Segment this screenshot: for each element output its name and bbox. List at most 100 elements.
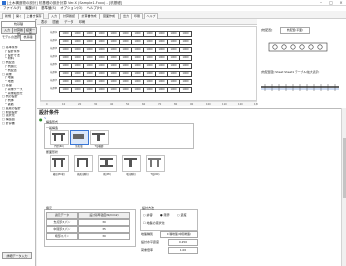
design-conditions-form: 構造形式 一般構造 門型(RC) 矩形版 T形橋脚 断面形状 箱形(PC桁) 箱… (44, 119, 334, 265)
view-data-button[interactable]: データ (64, 19, 74, 25)
design-method-label: 設計方法 (142, 206, 155, 210)
param-value-input[interactable]: 35 (78, 226, 130, 233)
ruler-tick-label: 90 (190, 103, 194, 106)
ok-icon: ● (39, 117, 43, 122)
parameter-group-label: 諸元 (46, 206, 53, 210)
section-option[interactable] (122, 155, 141, 172)
option-label: 許容 (146, 213, 153, 217)
horizontal-ruler: 0 10 20 30 40 50 60 70 80 90 100 110 120 130 (40, 101, 259, 106)
ruler-tick-label: 60 (142, 103, 146, 106)
param-label: 支点部スパン (46, 219, 78, 226)
section-label: 箱形(PC桁) (52, 173, 66, 176)
ground-type-select[interactable]: II 種地盤(中間地盤) (160, 231, 198, 238)
toolbar: 新規 開く 上書き保存 入力 計算確認 計算書作成 図面作成 出力 印刷 ヘルプ (0, 11, 346, 20)
preview-pane: [杭配置] 杭配置(平面) [杭配置図] Sheet Sheet1 テーブル(拡… (258, 26, 343, 106)
section-title: 設計条件 (37, 108, 343, 116)
section-label: T形(RC) (150, 173, 160, 176)
section-title-text: 設計条件 (39, 110, 60, 116)
model-select-label: モデルの選択 (2, 35, 20, 39)
pile-layout-label: [杭配置図] Sheet Sheet1 テーブル(拡大表示) (261, 70, 320, 74)
vertical-scrollbar[interactable] (341, 108, 346, 266)
pile-row-label: 杭列6 (50, 71, 57, 74)
tab-results[interactable]: 結果一覧 (24, 27, 37, 36)
seismic-coefficient-input[interactable]: 0.250 (168, 239, 198, 246)
pile-cell[interactable]: 1000 (179, 87, 192, 93)
pile-plan-diagram (268, 42, 328, 52)
option-label: 限界 (163, 213, 170, 217)
load-factor-input[interactable]: 1.00 (168, 247, 198, 254)
param-value-input[interactable]: 30 (78, 219, 130, 226)
pile-cell[interactable]: 1000 (179, 31, 192, 37)
model-select-label-text: モデルの選択 (2, 35, 21, 39)
pile-cell[interactable]: 1000 (179, 71, 192, 77)
ruler-tick-label: 110 (222, 103, 227, 106)
load-factor-label: 荷重倍率 (141, 248, 154, 252)
model-select[interactable]: 杭基礎 (20, 34, 36, 41)
ruler-tick-label: 120 (238, 103, 243, 106)
option-label: 震度 (180, 213, 187, 217)
param-label: 中間部スパン (46, 226, 78, 233)
option-radio[interactable]: ● 限界 (160, 213, 170, 217)
preview-select[interactable]: 杭配置(平面) (280, 27, 310, 34)
option-radio[interactable]: ○ 許容 (143, 213, 153, 217)
ruler-tick-label: 20 (78, 103, 82, 106)
ruler-tick-label: 10 (62, 103, 66, 106)
portal-frame-icon (52, 133, 65, 141)
pile-row-label: 杭列2 (50, 39, 57, 42)
tree-item[interactable]: □ 計算書 (2, 122, 35, 126)
preview-label: [杭配置] (261, 28, 273, 32)
ground-type-label: 地盤種別 (141, 232, 154, 236)
pile-cell[interactable]: 1000 (179, 63, 192, 69)
shape-option[interactable] (90, 130, 109, 145)
pile-table: 杭列1 1000 1000 1000 1000 1000 1000 1000 1000 1000 1… (40, 26, 257, 101)
pile-row-label: 杭列1 (50, 31, 57, 34)
view-display-button[interactable]: 表示 (41, 19, 47, 25)
t-girder-icon (124, 158, 137, 167)
pile-cell[interactable]: 1000 (179, 39, 192, 45)
view-print-button[interactable]: 印刷 (79, 19, 85, 25)
view-drawing-button[interactable]: 図面 (53, 19, 59, 25)
view-toolbar: 表示 図面 データ 印刷 (37, 19, 257, 25)
section-shape-label: 断面形状 (46, 150, 59, 154)
pile-row-label: 杭列8 (50, 87, 57, 90)
section-label: I形(鋼桁) (126, 173, 136, 176)
section-option[interactable] (74, 155, 93, 172)
input-tree: □ 基本条件 ├ 設計条件 ├ 設計寸法 └ 材料 □ 杭配置 ├ 杭諸元 └ … (2, 46, 35, 126)
shape-option[interactable] (50, 130, 69, 145)
i-girder-icon (100, 158, 113, 167)
section-option[interactable] (50, 155, 69, 172)
slab-icon (73, 134, 84, 139)
ruler-tick-label: 80 (174, 103, 178, 106)
sidebar-dropdown-value: 杭基礎 (13, 22, 23, 26)
param-value-input[interactable]: 30 (78, 233, 130, 240)
pile-row-label: 杭列5 (50, 63, 57, 66)
pile-cell[interactable]: 1000 (179, 79, 192, 85)
pile-cell[interactable]: 1000 (179, 47, 192, 53)
box-girder-icon (52, 158, 65, 167)
detail-data-button[interactable]: 詳細データ入力 (2, 252, 32, 259)
rc-t-icon (148, 158, 161, 167)
section-option[interactable] (146, 155, 165, 172)
structure-type-label: 構造形式 (46, 120, 59, 124)
param-header-2: 設計基準強度(N/mm2) (78, 212, 130, 219)
sidebar: 杭基礎 入力 計算確認 結果一覧 モデルの選択 杭基礎 □ 基本条件 ├ 設計条… (0, 19, 37, 266)
shape-label: T形橋脚 (94, 145, 104, 148)
liquefaction-label: 地盤の液状化 (146, 221, 165, 225)
section-option[interactable] (98, 155, 117, 172)
steel-box-icon (77, 158, 88, 167)
option-radio[interactable]: ○ 震度 (177, 213, 187, 217)
ruler-tick-label: 50 (126, 103, 130, 106)
ruler-tick-label: 30 (94, 103, 98, 106)
ruler-tick-label: 0 (46, 103, 48, 106)
param-label: 端部スパン (46, 233, 78, 240)
pile-row-label: 杭列7 (50, 79, 57, 82)
pile-cell[interactable]: 1000 (179, 55, 192, 61)
section-label: I形(PC) (102, 173, 112, 176)
seismic-coefficient-label: 設計水平震度 (141, 240, 160, 244)
pile-row-label: 杭列3 (50, 47, 57, 50)
shape-option-selected[interactable] (70, 130, 89, 145)
param-header: 諸元データ (46, 212, 78, 219)
ruler-tick-label: 70 (158, 103, 162, 106)
ruler-tick-label: 40 (110, 103, 114, 106)
liquefaction-checkbox[interactable]: ☐ 地盤の液状化 (143, 221, 165, 225)
